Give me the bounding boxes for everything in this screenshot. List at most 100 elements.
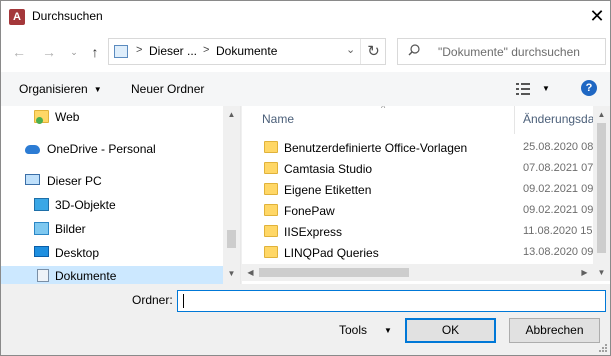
scroll-down-icon[interactable]: ▼ — [223, 265, 240, 282]
view-options-caret-icon[interactable]: ▼ — [542, 84, 550, 93]
column-divider[interactable] — [514, 106, 515, 134]
sidebar-item-3d-objects[interactable]: 3D-Objekte — [1, 195, 223, 215]
sidebar-item-this-pc[interactable]: Dieser PC — [1, 171, 223, 191]
organize-caret-icon: ▼ — [93, 85, 102, 94]
sidebar-item-desktop[interactable]: Desktop — [1, 243, 223, 263]
file-list-vertical-scrollbar[interactable]: ▲ ▼ — [593, 106, 610, 281]
sort-ascending-icon: ^ — [381, 106, 386, 113]
3d-objects-icon — [34, 198, 49, 211]
sidebar-item-web[interactable]: Web — [1, 107, 223, 127]
view-options-icon[interactable] — [516, 83, 530, 95]
file-list-horizontal-scrollbar[interactable]: ◀ ▶ — [242, 264, 593, 281]
search-box[interactable]: "Dokumente" durchsuchen — [397, 38, 606, 65]
file-row[interactable]: IISExpress 11.08.2020 15: — [242, 221, 597, 242]
scrollbar-thumb[interactable] — [597, 123, 606, 253]
folder-icon — [264, 225, 278, 237]
folder-icon — [264, 204, 278, 216]
documents-icon — [37, 269, 49, 282]
scrollbar-thumb[interactable] — [259, 268, 409, 277]
resize-grip-icon[interactable] — [597, 342, 607, 352]
dialog-footer: Ordner: Tools ▼ OK Abbrechen — [1, 284, 610, 355]
file-row[interactable]: Benutzerdefinierte Office-Vorlagen 25.08… — [242, 137, 597, 158]
text-cursor — [183, 294, 184, 308]
browse-dialog: A Durchsuchen ✕ ← → ⌄ ↑ > Dieser ... > D… — [0, 0, 611, 356]
scroll-down-icon[interactable]: ▼ — [593, 264, 610, 281]
sidebar-item-label: 3D-Objekte — [55, 198, 116, 212]
navigation-bar: ← → ⌄ ↑ > Dieser ... > Dokumente ⌄ ↻ "Do… — [1, 32, 610, 72]
search-icon — [408, 44, 420, 56]
file-list: ^ Name Änderungsdatum Benutzerdefinierte… — [242, 106, 610, 284]
scroll-up-icon[interactable]: ▲ — [223, 106, 240, 123]
file-modified: 11.08.2020 15: — [523, 225, 596, 237]
forward-button[interactable]: → — [41, 44, 57, 60]
breadcrumb-documents[interactable]: Dokumente — [216, 44, 277, 58]
ok-button[interactable]: OK — [405, 318, 496, 343]
file-name: IISExpress — [284, 225, 343, 239]
sidebar-item-label: Bilder — [55, 222, 86, 236]
file-modified: 09.02.2021 09: — [523, 183, 597, 195]
breadcrumb-separator[interactable]: > — [136, 44, 142, 56]
file-row[interactable]: FonePaw 09.02.2021 09: — [242, 200, 597, 221]
search-placeholder: "Dokumente" durchsuchen — [438, 45, 580, 59]
file-name: LINQPad Queries — [284, 246, 379, 260]
desktop-icon — [34, 246, 49, 257]
refresh-button[interactable]: ↻ — [360, 39, 386, 64]
sidebar-item-label: Web — [55, 110, 80, 124]
file-modified: 09.02.2021 09: — [523, 204, 597, 216]
address-bar[interactable]: > Dieser ... > Dokumente ⌄ ↻ — [108, 38, 386, 65]
navigation-pane-scrollbar[interactable]: ▲ ▼ — [223, 106, 240, 284]
file-row[interactable]: Camtasia Studio 07.08.2021 07: — [242, 158, 597, 179]
file-name: Benutzerdefinierte Office-Vorlagen — [284, 141, 468, 155]
pictures-icon — [34, 222, 49, 235]
sidebar-item-pictures[interactable]: Bilder — [1, 219, 223, 239]
web-folder-icon — [34, 110, 49, 124]
folder-icon — [264, 141, 278, 153]
scroll-right-icon[interactable]: ▶ — [576, 264, 593, 281]
file-name: Camtasia Studio — [284, 162, 373, 176]
sidebar-item-label: Dieser PC — [47, 174, 102, 188]
back-button[interactable]: ← — [11, 44, 27, 60]
file-name: FonePaw — [284, 204, 335, 218]
window-title: Durchsuchen — [32, 9, 103, 23]
file-modified: 25.08.2020 08: — [523, 141, 597, 153]
sidebar-item-label: Dokumente — [55, 269, 117, 283]
new-folder-button[interactable]: Neuer Ordner — [131, 82, 204, 96]
folder-name-input[interactable] — [177, 290, 606, 312]
breadcrumb-separator[interactable]: > — [203, 44, 209, 56]
breadcrumb-this-pc[interactable]: Dieser ... — [149, 44, 197, 58]
recent-locations-button[interactable]: ⌄ — [66, 44, 82, 60]
access-app-icon: A — [9, 9, 25, 25]
file-modified: 13.08.2020 09: — [523, 246, 597, 258]
tools-caret-icon[interactable]: ▼ — [384, 326, 392, 335]
scroll-up-icon[interactable]: ▲ — [593, 106, 610, 123]
folder-icon — [264, 162, 278, 174]
folder-field-label: Ordner: — [132, 293, 173, 307]
sidebar-item-onedrive[interactable]: OneDrive - Personal — [1, 139, 223, 159]
close-button[interactable]: ✕ — [587, 5, 607, 27]
address-dropdown-icon[interactable]: ⌄ — [346, 43, 355, 56]
sidebar-item-label: OneDrive - Personal — [47, 142, 156, 156]
cancel-button[interactable]: Abbrechen — [509, 318, 600, 343]
sidebar-item-label: Desktop — [55, 246, 100, 260]
sidebar-item-documents[interactable]: Dokumente — [1, 266, 223, 284]
file-name: Eigene Etiketten — [284, 183, 372, 197]
folder-icon — [264, 183, 278, 195]
this-pc-icon — [114, 45, 128, 58]
navigation-pane: Web OneDrive - Personal Dieser PC 3D-Obj… — [1, 106, 241, 284]
file-row[interactable]: LINQPad Queries 13.08.2020 09: — [242, 242, 597, 263]
organize-label: Organisieren — [19, 82, 88, 96]
organize-button[interactable]: Organisieren ▼ — [19, 82, 102, 96]
scroll-left-icon[interactable]: ◀ — [242, 264, 259, 281]
column-header-name[interactable]: Name — [262, 112, 294, 136]
title-bar: A Durchsuchen ✕ — [1, 1, 610, 32]
onedrive-icon — [25, 145, 40, 154]
help-icon[interactable]: ? — [581, 80, 597, 96]
scrollbar-thumb[interactable] — [227, 230, 236, 248]
file-row[interactable]: Eigene Etiketten 09.02.2021 09: — [242, 179, 597, 200]
pc-icon — [25, 174, 40, 185]
command-toolbar: Organisieren ▼ Neuer Ordner ▼ ? — [1, 72, 610, 106]
file-modified: 07.08.2021 07: — [523, 162, 597, 174]
folder-icon — [264, 246, 278, 258]
tools-menu-button[interactable]: Tools — [339, 323, 367, 337]
up-button[interactable]: ↑ — [87, 44, 103, 60]
